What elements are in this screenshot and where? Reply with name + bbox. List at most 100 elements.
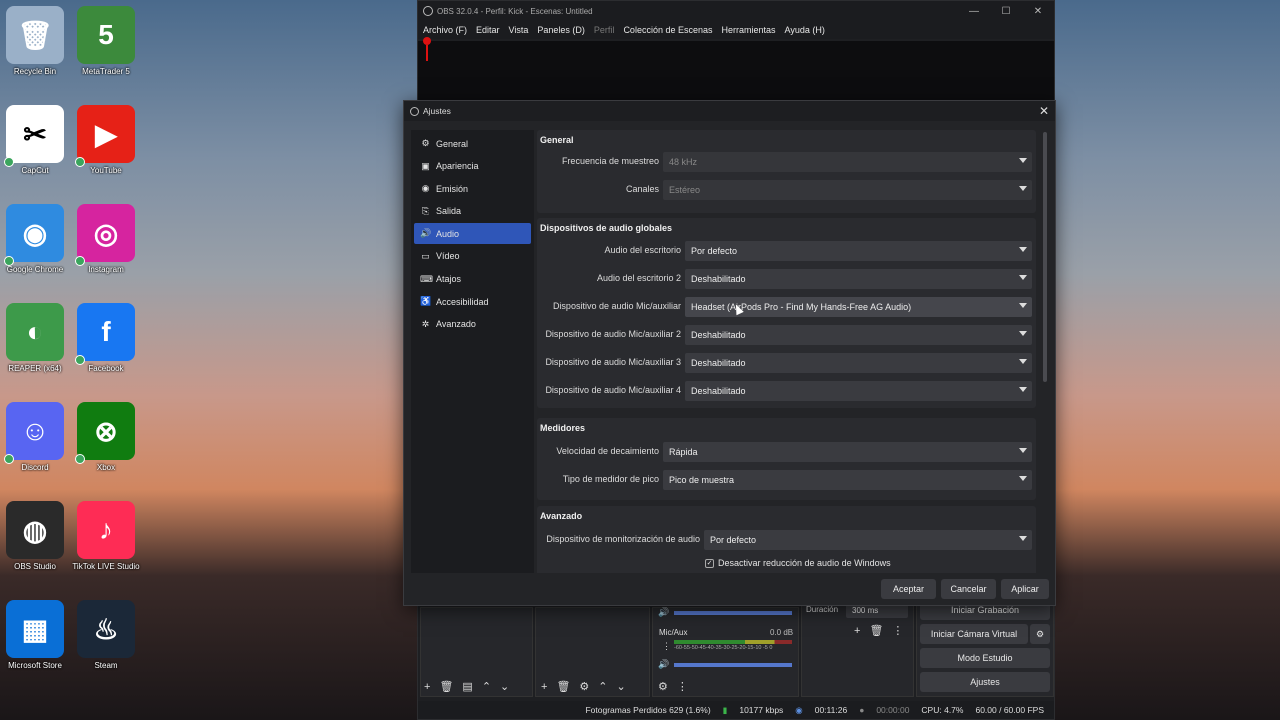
scene-filters-icon[interactable]: ▤ <box>462 680 472 693</box>
menu-vista[interactable]: Vista <box>509 25 529 35</box>
transition-menu-icon[interactable]: ⋮ <box>892 624 903 637</box>
decay-select[interactable]: Rápida <box>663 442 1032 462</box>
source-anchor-line <box>426 45 428 61</box>
mic2-select[interactable]: Deshabilitado <box>685 325 1032 345</box>
sidebar-item-apariencia[interactable]: ▣ Apariencia <box>414 156 531 177</box>
settings-scrollbar[interactable] <box>1042 130 1048 573</box>
chevron-down-icon <box>1019 275 1027 280</box>
section-general: General Frecuencia de muestreo 48 kHz Ca… <box>537 130 1036 213</box>
source-properties-icon[interactable]: ⚙ <box>579 680 589 693</box>
channels-select[interactable]: Estéreo <box>663 180 1032 200</box>
menu-ayuda[interactable]: Ayuda (H) <box>785 25 825 35</box>
settings-close-icon[interactable]: ✕ <box>1039 104 1049 118</box>
desktop-icon[interactable]: 🗑 Recycle Bin <box>0 6 70 76</box>
desktop-icon[interactable]: ▦ Microsoft Store <box>0 600 70 670</box>
minimize-button[interactable]: — <box>958 1 990 21</box>
sidebar-item-label: Accesibilidad <box>436 296 489 307</box>
desktop-icon-label: Steam <box>94 661 118 670</box>
app-icon: ◐ <box>6 303 64 361</box>
desktop-volume-slider[interactable] <box>674 611 792 615</box>
sidebar-item-emision[interactable]: ◉ Emisión <box>414 178 531 199</box>
mixer-toolbar: ⚙ ⋮ <box>658 680 688 693</box>
sidebar-item-general[interactable]: ⚙ General <box>414 133 531 154</box>
sidebar-item-avanzado[interactable]: ✲ Avanzado <box>414 314 531 335</box>
menu-herramientas[interactable]: Herramientas <box>722 25 776 35</box>
desktop-icon[interactable]: ⊗ Xbox <box>71 402 141 472</box>
mic-volume-icon[interactable]: 🔊 <box>658 659 669 670</box>
add-source-icon[interactable]: + <box>541 681 547 693</box>
sidebar-item-accesibilidad[interactable]: ♿ Accesibilidad <box>414 291 531 312</box>
mic3-select[interactable]: Deshabilitado <box>685 353 1032 373</box>
menu-paneles[interactable]: Paneles (D) <box>537 25 585 35</box>
menu-perfil[interactable]: Perfil <box>594 25 615 35</box>
preview-canvas[interactable] <box>418 41 1054 103</box>
menu-editar[interactable]: Editar <box>476 25 500 35</box>
desktop-icon[interactable]: f Facebook <box>71 303 141 373</box>
desktop-icon[interactable]: 5 MetaTrader 5 <box>71 6 141 76</box>
scrollbar-thumb[interactable] <box>1043 132 1047 382</box>
monitor-device-select[interactable]: Por defecto <box>704 530 1032 550</box>
settings-dialog: Ajustes ✕ ⚙ General ▣ Apariencia ◉ Emisión ⎘ Sa… <box>403 100 1056 606</box>
cancel-button[interactable]: Cancelar <box>941 579 996 599</box>
desktop-icon-label: Discord <box>21 463 49 472</box>
sidebar-item-atajos[interactable]: ⌨ Atajos <box>414 269 531 290</box>
sidebar-item-salida[interactable]: ⎘ Salida <box>414 201 531 222</box>
ducking-checkbox[interactable]: ✓ Desactivar reducción de audio de Windo… <box>705 558 891 568</box>
desktop-icon[interactable]: ◉ Google Chrome <box>0 204 70 274</box>
accept-button[interactable]: Aceptar <box>881 579 936 599</box>
bitrate-icon: ▮ <box>722 704 728 715</box>
menu-archivo[interactable]: Archivo (F) <box>423 25 467 35</box>
add-scene-icon[interactable]: + <box>424 681 430 693</box>
sample-rate-select[interactable]: 48 kHz <box>663 152 1032 172</box>
advanced-audio-icon[interactable]: ⚙ <box>658 680 668 693</box>
studio-mode-button[interactable]: Modo Estudio <box>920 648 1050 668</box>
mixer-options-icon[interactable]: ⋮ <box>677 680 688 693</box>
source-anchor-marker <box>423 37 431 45</box>
menu-coleccion-escenas[interactable]: Colección de Escenas <box>623 25 712 35</box>
chevron-down-icon <box>1019 536 1027 541</box>
obs-menu-bar: Archivo (F) Editar Vista Paneles (D) Per… <box>418 21 1054 39</box>
move-up-icon[interactable]: ⌃ <box>482 680 491 693</box>
desktop-icon[interactable]: ♪ TikTok LIVE Studio <box>71 501 141 571</box>
desktop-volume-icon[interactable]: 🔊 <box>658 607 669 618</box>
desktop-icon[interactable]: ◐ REAPER (x64) <box>0 303 70 373</box>
source-down-icon[interactable]: ⌄ <box>617 680 626 693</box>
obs-logo-icon <box>410 106 419 116</box>
add-transition-icon[interactable]: + <box>854 625 860 637</box>
desktop-audio-select[interactable]: Por defecto <box>685 241 1032 261</box>
mixer-mic-db: 0.0 dB <box>770 628 794 637</box>
sidebar-item-audio[interactable]: 🔊 Audio <box>414 223 531 245</box>
app-icon: ◍ <box>6 501 64 559</box>
mixer-menu-icon[interactable]: ⋮ <box>662 641 671 652</box>
sidebar-item-video[interactable]: ▭ Vídeo <box>414 246 531 267</box>
desktop-icon[interactable]: ▶ YouTube <box>71 105 141 175</box>
sidebar-item-label: Salida <box>436 206 462 217</box>
close-button[interactable]: ✕ <box>1022 1 1054 21</box>
remove-source-icon[interactable]: 🗑 <box>556 680 570 693</box>
remove-scene-icon[interactable]: 🗑 <box>439 680 453 693</box>
settings-button[interactable]: Ajustes <box>920 672 1050 692</box>
peak-meter-select[interactable]: Pico de muestra <box>663 470 1032 490</box>
move-down-icon[interactable]: ⌄ <box>500 680 509 693</box>
apply-button[interactable]: Aplicar <box>1001 579 1049 599</box>
section-general-title: General <box>540 135 574 145</box>
desktop-icon[interactable]: ♨ Steam <box>71 600 141 670</box>
desktop-icon[interactable]: ◎ Instagram <box>71 204 141 274</box>
mic-volume-slider[interactable] <box>674 663 792 667</box>
maximize-button[interactable]: ☐ <box>990 1 1022 21</box>
desktop-audio2-select[interactable]: Deshabilitado <box>685 269 1032 289</box>
mic4-select[interactable]: Deshabilitado <box>685 381 1032 401</box>
desktop-audio-label: Audio del escritorio <box>604 245 681 255</box>
mic2-label: Dispositivo de audio Mic/auxiliar 2 <box>545 329 681 339</box>
desktop-icon-label: Instagram <box>88 265 124 274</box>
source-up-icon[interactable]: ⌃ <box>598 680 607 693</box>
desktop-icon[interactable]: ◍ OBS Studio <box>0 501 70 571</box>
sources-toolbar: + 🗑 ⚙ ⌃ ⌄ <box>541 680 626 694</box>
desktop-icon[interactable]: ☺ Discord <box>0 402 70 472</box>
start-virtual-cam-button[interactable]: Iniciar Cámara Virtual <box>920 624 1028 644</box>
settings-sidebar: ⚙ General ▣ Apariencia ◉ Emisión ⎘ Salida 🔊 Audio… <box>411 130 534 573</box>
desktop-icon-label: CapCut <box>21 166 49 175</box>
desktop-icon[interactable]: ✂ CapCut <box>0 105 70 175</box>
remove-transition-icon[interactable]: 🗑 <box>869 624 883 637</box>
virtual-cam-settings-icon[interactable]: ⚙ <box>1030 624 1050 644</box>
